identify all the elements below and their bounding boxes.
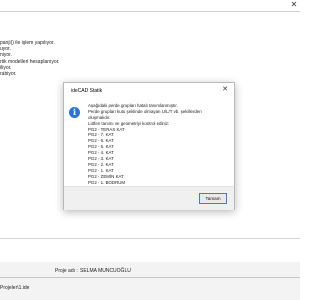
info-icon: i: [69, 107, 80, 118]
dialog-message: Aşağıdaki perde grupları hatalı tanımlan…: [88, 103, 202, 191]
window-close-icon[interactable]: ✕: [288, 0, 300, 10]
log-bottom-divider: [0, 238, 300, 239]
project-name-label: Proje adı :: [55, 268, 78, 274]
status-divider: [0, 277, 300, 278]
dialog-close-icon[interactable]: ✕: [220, 85, 230, 95]
message-line: Perde grupları kutu şeklinde olmayan U/L…: [88, 108, 202, 114]
ok-button[interactable]: Tamam: [199, 193, 227, 204]
status-area: [0, 262, 300, 300]
dialog-content: i Aşağıdaki perde grupları hatalı tanıml…: [64, 97, 234, 190]
message-dialog: ideCAD Statik ✕ i Aşağıdaki perde grupla…: [63, 82, 235, 210]
output-log: panji() ile işlem yapılıyor. uyor. niyor…: [0, 40, 59, 77]
project-name-value: SELMA MUNCUOĞLU: [80, 268, 131, 274]
project-file-path: Projeler\1.ide: [0, 285, 30, 291]
dialog-title: ideCAD Statik: [71, 88, 103, 94]
toolbar-divider: [0, 11, 300, 12]
dialog-footer: Tamam: [64, 186, 234, 210]
log-line: rabiyor.: [0, 70, 17, 77]
log-line: rtik modelleri hesaplanıyor.: [0, 58, 60, 65]
